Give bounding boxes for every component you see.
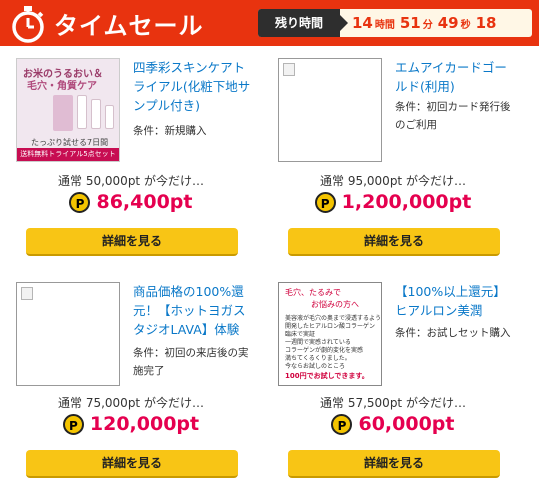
time-sale-header: タイムセール 残り時間 14 時間 51 分 49 秒 18	[0, 0, 539, 46]
timer-frames: 18	[475, 14, 497, 32]
sale-points: P 120,000pt	[0, 413, 262, 435]
product-image[interactable]	[16, 282, 120, 386]
sale-points: P 86,400pt	[0, 191, 262, 213]
details-button[interactable]: 詳細を見る	[288, 228, 500, 256]
broken-image-icon	[283, 63, 295, 76]
product-image[interactable]: お米のうるおい＆ 毛穴・角質ケア たっぷり試せる7日間 送料無料トライアル5点セ…	[16, 58, 120, 162]
regular-points: 通常 95,000pt が今だけ…	[320, 174, 466, 188]
timer-hours: 14	[352, 14, 373, 32]
point-icon: P	[331, 413, 353, 435]
point-icon: P	[314, 191, 336, 213]
points-value: 60,000pt	[358, 413, 455, 435]
points-value: 1,200,000pt	[341, 191, 472, 213]
condition-text: 条件：初回の来店後の実施完了	[133, 347, 249, 377]
image-banner: 送料無料トライアル5点セット	[17, 148, 119, 161]
timer-values: 14 時間 51 分 49 秒 18	[352, 9, 497, 37]
regular-points: 通常 75,000pt が今だけ…	[58, 396, 204, 410]
stopwatch-icon	[12, 6, 44, 43]
product-box-shape	[53, 95, 73, 131]
timer-hours-unit: 時間	[374, 20, 395, 31]
product-title-link[interactable]: エムアイカードゴールド(利用)	[395, 58, 515, 96]
product-bottle-shape	[91, 99, 101, 129]
timer-seconds-unit: 秒	[460, 20, 471, 31]
point-icon: P	[69, 191, 91, 213]
broken-image-icon	[21, 287, 33, 300]
condition-text: 条件：お試しセット購入	[395, 327, 511, 339]
point-icon: P	[62, 413, 84, 435]
regular-points: 通常 57,500pt が今だけ…	[320, 396, 466, 410]
points-value: 120,000pt	[89, 413, 200, 435]
product-title-link[interactable]: 四季彩スキンケアトライアル(化粧下地サンプル付き)	[133, 58, 253, 115]
timer-minutes: 51	[399, 14, 421, 32]
product-image[interactable]: 毛穴、たるみで お悩みの方へ 美容液が毛穴の奥まで浸透するように 開発したヒアル…	[278, 282, 382, 386]
product-bottle-shape	[77, 95, 87, 129]
product-title-link[interactable]: 【100%以上還元】ヒアルロン美潤	[395, 282, 515, 320]
condition-text: 条件：新規購入	[133, 125, 207, 137]
regular-points: 通常 50,000pt が今だけ…	[58, 174, 204, 188]
product-image[interactable]	[278, 58, 382, 162]
page-title: タイムセール	[54, 12, 204, 40]
image-caption: 毛穴・角質ケア	[27, 81, 97, 92]
timer-label: 残り時間	[258, 9, 348, 37]
timer-minutes-unit: 分	[422, 20, 433, 31]
details-button[interactable]: 詳細を見る	[288, 450, 500, 478]
details-button[interactable]: 詳細を見る	[26, 228, 238, 256]
image-caption: お悩みの方へ	[311, 300, 359, 309]
points-value: 86,400pt	[96, 191, 193, 213]
countdown-timer: 残り時間 14 時間 51 分 49 秒 18	[258, 9, 532, 37]
sale-points: P 1,200,000pt	[262, 191, 524, 213]
condition-text: 条件：初回カード発行後のご利用	[395, 101, 511, 131]
image-caption: 毛穴、たるみで	[285, 288, 341, 297]
product-bottle-shape	[105, 105, 114, 129]
image-caption: 今ならお試しのところ	[285, 363, 346, 370]
timer-seconds: 49	[437, 14, 459, 32]
details-button[interactable]: 詳細を見る	[26, 450, 238, 478]
product-title-link[interactable]: 商品価格の100%還元！【ホットヨガスタジオLAVA】体験	[133, 282, 253, 339]
image-caption: たっぷり試せる7日間	[31, 138, 109, 147]
image-caption: 100円でお試しできます。	[285, 372, 369, 380]
sale-points: P 60,000pt	[262, 413, 524, 435]
